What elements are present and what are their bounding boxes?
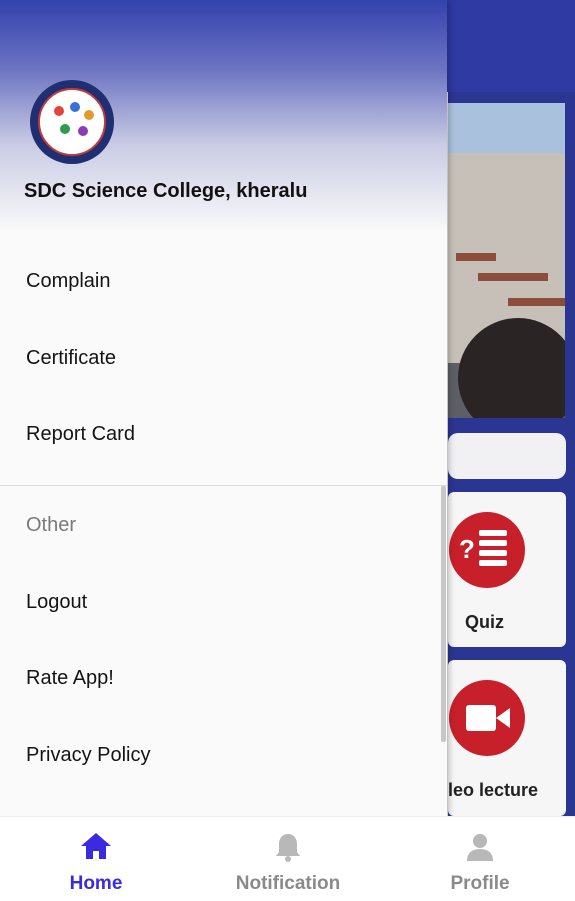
search-strip[interactable] (448, 433, 566, 479)
quiz-label: Quiz (465, 612, 504, 632)
college-name: SDC Science College, kheralu (24, 180, 308, 202)
nav-notification[interactable]: Notification (224, 817, 352, 901)
menu-item-certificate[interactable]: Certificate (26, 347, 116, 370)
menu-item-rate-app[interactable]: Rate App! (26, 667, 114, 690)
video-lecture-label: leo lecture (448, 780, 539, 800)
bell-icon (273, 831, 303, 868)
menu-item-report-card[interactable]: Report Card (26, 423, 135, 446)
bottom-navigation: Home Notification Profile (0, 816, 575, 901)
video-lecture-card[interactable]: leo lecture (448, 660, 566, 816)
quiz-icon: ? (449, 512, 525, 588)
menu-item-privacy-policy[interactable]: Privacy Policy (26, 744, 150, 767)
navigation-drawer: SDC Science College, kheralu Complain Ce… (0, 0, 447, 816)
nav-notification-label: Notification (235, 873, 341, 894)
drawer-divider (0, 485, 447, 486)
person-icon (465, 831, 495, 868)
menu-item-logout[interactable]: Logout (26, 591, 87, 614)
menu-item-complain[interactable]: Complain (26, 270, 110, 293)
college-photo (448, 103, 565, 418)
nav-home[interactable]: Home (46, 817, 146, 901)
video-camera-icon (449, 680, 525, 756)
section-label-other: Other (26, 514, 77, 536)
nav-profile-label: Profile (450, 873, 510, 894)
college-logo (30, 80, 114, 164)
nav-profile[interactable]: Profile (436, 817, 524, 901)
nav-home-label: Home (69, 873, 123, 894)
drawer-header: SDC Science College, kheralu (0, 0, 447, 232)
quiz-card[interactable]: ? Quiz (448, 492, 566, 647)
drawer-scrollbar[interactable] (441, 486, 446, 742)
home-icon (79, 831, 113, 866)
